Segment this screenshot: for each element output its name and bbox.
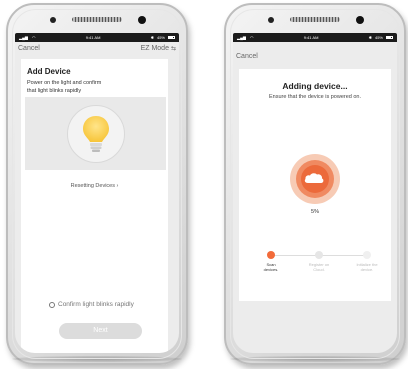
power-reminder: Ensure that the device is powered on. [268, 94, 362, 100]
bulb-circle [66, 104, 125, 163]
confirm-blink-option[interactable]: Confirm light blinks rapidly [49, 301, 134, 308]
status-time: 9:41 AM [303, 35, 319, 40]
page-title: Adding device... [282, 81, 348, 91]
confirm-blink-label: Confirm light blinks rapidly [58, 301, 134, 308]
add-device-card: Add Device Power on the light and confir… [21, 59, 168, 353]
resetting-devices-link[interactable]: Resetting Devices › [21, 183, 168, 189]
battery-icon [386, 36, 393, 39]
step-scan-dot [267, 251, 275, 259]
progress-percent: 5% [311, 209, 319, 215]
nav-bar: Cancel [233, 42, 397, 60]
progress-ring [290, 154, 340, 204]
signal-icon: ▂▄▆ [237, 35, 246, 40]
device-illustration [25, 97, 166, 170]
step-initialize-label: Initialize the device. [350, 262, 384, 272]
step-initialize-dot [363, 251, 371, 259]
battery-percent: 45% [156, 35, 165, 40]
front-camera [268, 17, 274, 23]
wifi-icon: ◠ [32, 35, 36, 40]
wifi-icon: ◠ [250, 35, 254, 40]
instructions-line-2: that light blinks rapidly [27, 88, 82, 94]
swap-arrows-icon: ⇆ [170, 45, 176, 52]
phone-shadow [12, 356, 182, 362]
step-scan-label: Scan devices. [254, 262, 288, 272]
screen-add-device: ▂▄▆ ◠ 9:41 AM ✱ 45% Cancel EZ Mode ⇆ Add [15, 33, 179, 353]
light-bulb-icon [82, 115, 109, 152]
ez-mode-button[interactable]: EZ Mode ⇆ [141, 45, 176, 52]
adding-device-card: Adding device... Ensure that the device … [239, 69, 391, 301]
phone-frame-right: ▂▄▆ ◠ 9:41 AM ✱ 45% Cancel Adding device… [224, 3, 406, 365]
cancel-button[interactable]: Cancel [18, 45, 40, 52]
screen-adding-device: ▂▄▆ ◠ 9:41 AM ✱ 45% Cancel Adding device… [233, 33, 397, 353]
bluetooth-icon: ✱ [150, 35, 154, 40]
nav-bar: Cancel EZ Mode ⇆ [15, 42, 179, 54]
step-register-label: Register on Cloud. [302, 262, 336, 272]
page-title: Add Device [27, 67, 71, 76]
status-time: 9:41 AM [85, 35, 101, 40]
step-register-dot [315, 251, 323, 259]
front-camera [50, 17, 56, 23]
status-bar: ▂▄▆ ◠ 9:41 AM ✱ 45% [233, 33, 397, 42]
earpiece-speaker [290, 17, 340, 22]
step-scan-line-2: devices. [263, 267, 279, 272]
battery-percent: 45% [374, 35, 383, 40]
phone-frame-left: ▂▄▆ ◠ 9:41 AM ✱ 45% Cancel EZ Mode ⇆ Add [6, 3, 188, 365]
earpiece-speaker [72, 17, 122, 22]
battery-icon [168, 36, 175, 39]
step-register-line-2: Cloud. [313, 267, 325, 272]
proximity-sensor [138, 16, 146, 24]
next-button[interactable]: Next [59, 323, 142, 339]
cancel-button[interactable]: Cancel [236, 53, 258, 60]
phone-shadow [230, 356, 400, 362]
bluetooth-icon: ✱ [368, 35, 372, 40]
radio-circle-icon[interactable] [49, 301, 55, 308]
step-initialize-line-2: device. [360, 267, 374, 272]
ez-mode-label: EZ Mode [140, 44, 169, 52]
proximity-sensor [356, 16, 364, 24]
status-bar: ▂▄▆ ◠ 9:41 AM ✱ 45% [15, 33, 179, 42]
signal-icon: ▂▄▆ [19, 35, 28, 40]
instructions-line-1: Power on the light and confirm [27, 80, 102, 86]
stage: ▂▄▆ ◠ 9:41 AM ✱ 45% Cancel EZ Mode ⇆ Add [0, 0, 408, 369]
